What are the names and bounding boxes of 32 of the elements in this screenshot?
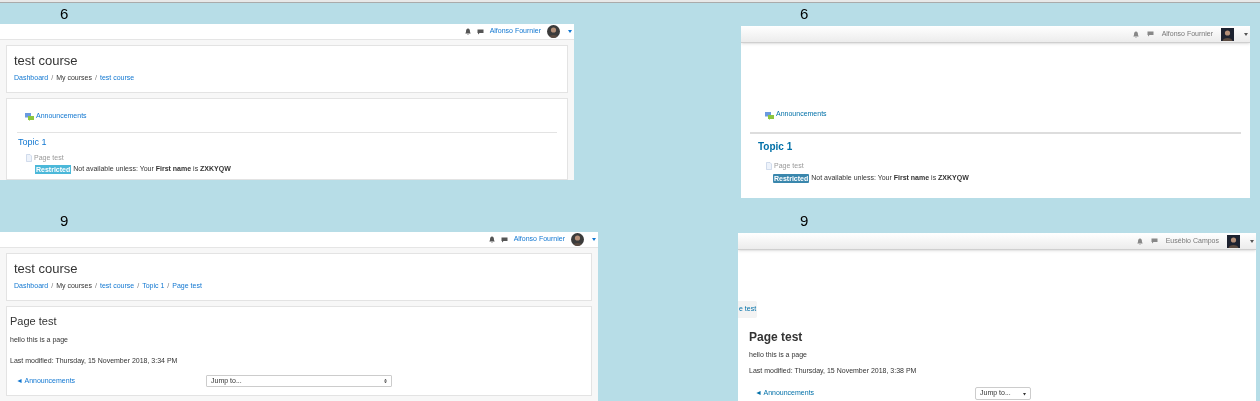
section-title[interactable]: Topic 1	[750, 138, 1241, 154]
course-title: test course	[14, 53, 79, 70]
caret-icon[interactable]	[1244, 32, 1248, 36]
caret-icon	[384, 379, 387, 384]
bell-icon[interactable]	[1136, 237, 1143, 245]
forum-icon	[25, 113, 34, 122]
caret-icon[interactable]	[1250, 239, 1254, 243]
bell-icon[interactable]	[464, 28, 471, 35]
bell-icon[interactable]	[488, 236, 495, 243]
bell-icon[interactable]	[1132, 30, 1139, 38]
forum-icon	[765, 111, 774, 120]
screenshot-number: 9	[60, 211, 69, 231]
screenshot-number: 9	[800, 211, 809, 231]
caret-icon	[1023, 391, 1026, 396]
avatar[interactable]	[1221, 27, 1234, 41]
avatar[interactable]	[571, 233, 584, 246]
avatar[interactable]	[547, 25, 560, 38]
page-heading: Page test	[749, 329, 804, 346]
chat-icon[interactable]	[476, 28, 484, 35]
chat-icon[interactable]	[500, 236, 508, 243]
page-icon	[26, 154, 32, 162]
caret-icon[interactable]	[568, 30, 572, 33]
page-icon	[766, 161, 772, 170]
screenshot-number: 6	[60, 4, 69, 24]
screenshot-number: 6	[800, 4, 809, 24]
section-title[interactable]: Topic 1	[17, 136, 557, 150]
caret-icon[interactable]	[592, 238, 596, 241]
course-title: test course	[14, 261, 79, 278]
avatar[interactable]	[1227, 234, 1240, 248]
chat-icon[interactable]	[1146, 31, 1154, 37]
chat-icon[interactable]	[1150, 238, 1158, 244]
page-heading: Page test	[10, 313, 58, 329]
